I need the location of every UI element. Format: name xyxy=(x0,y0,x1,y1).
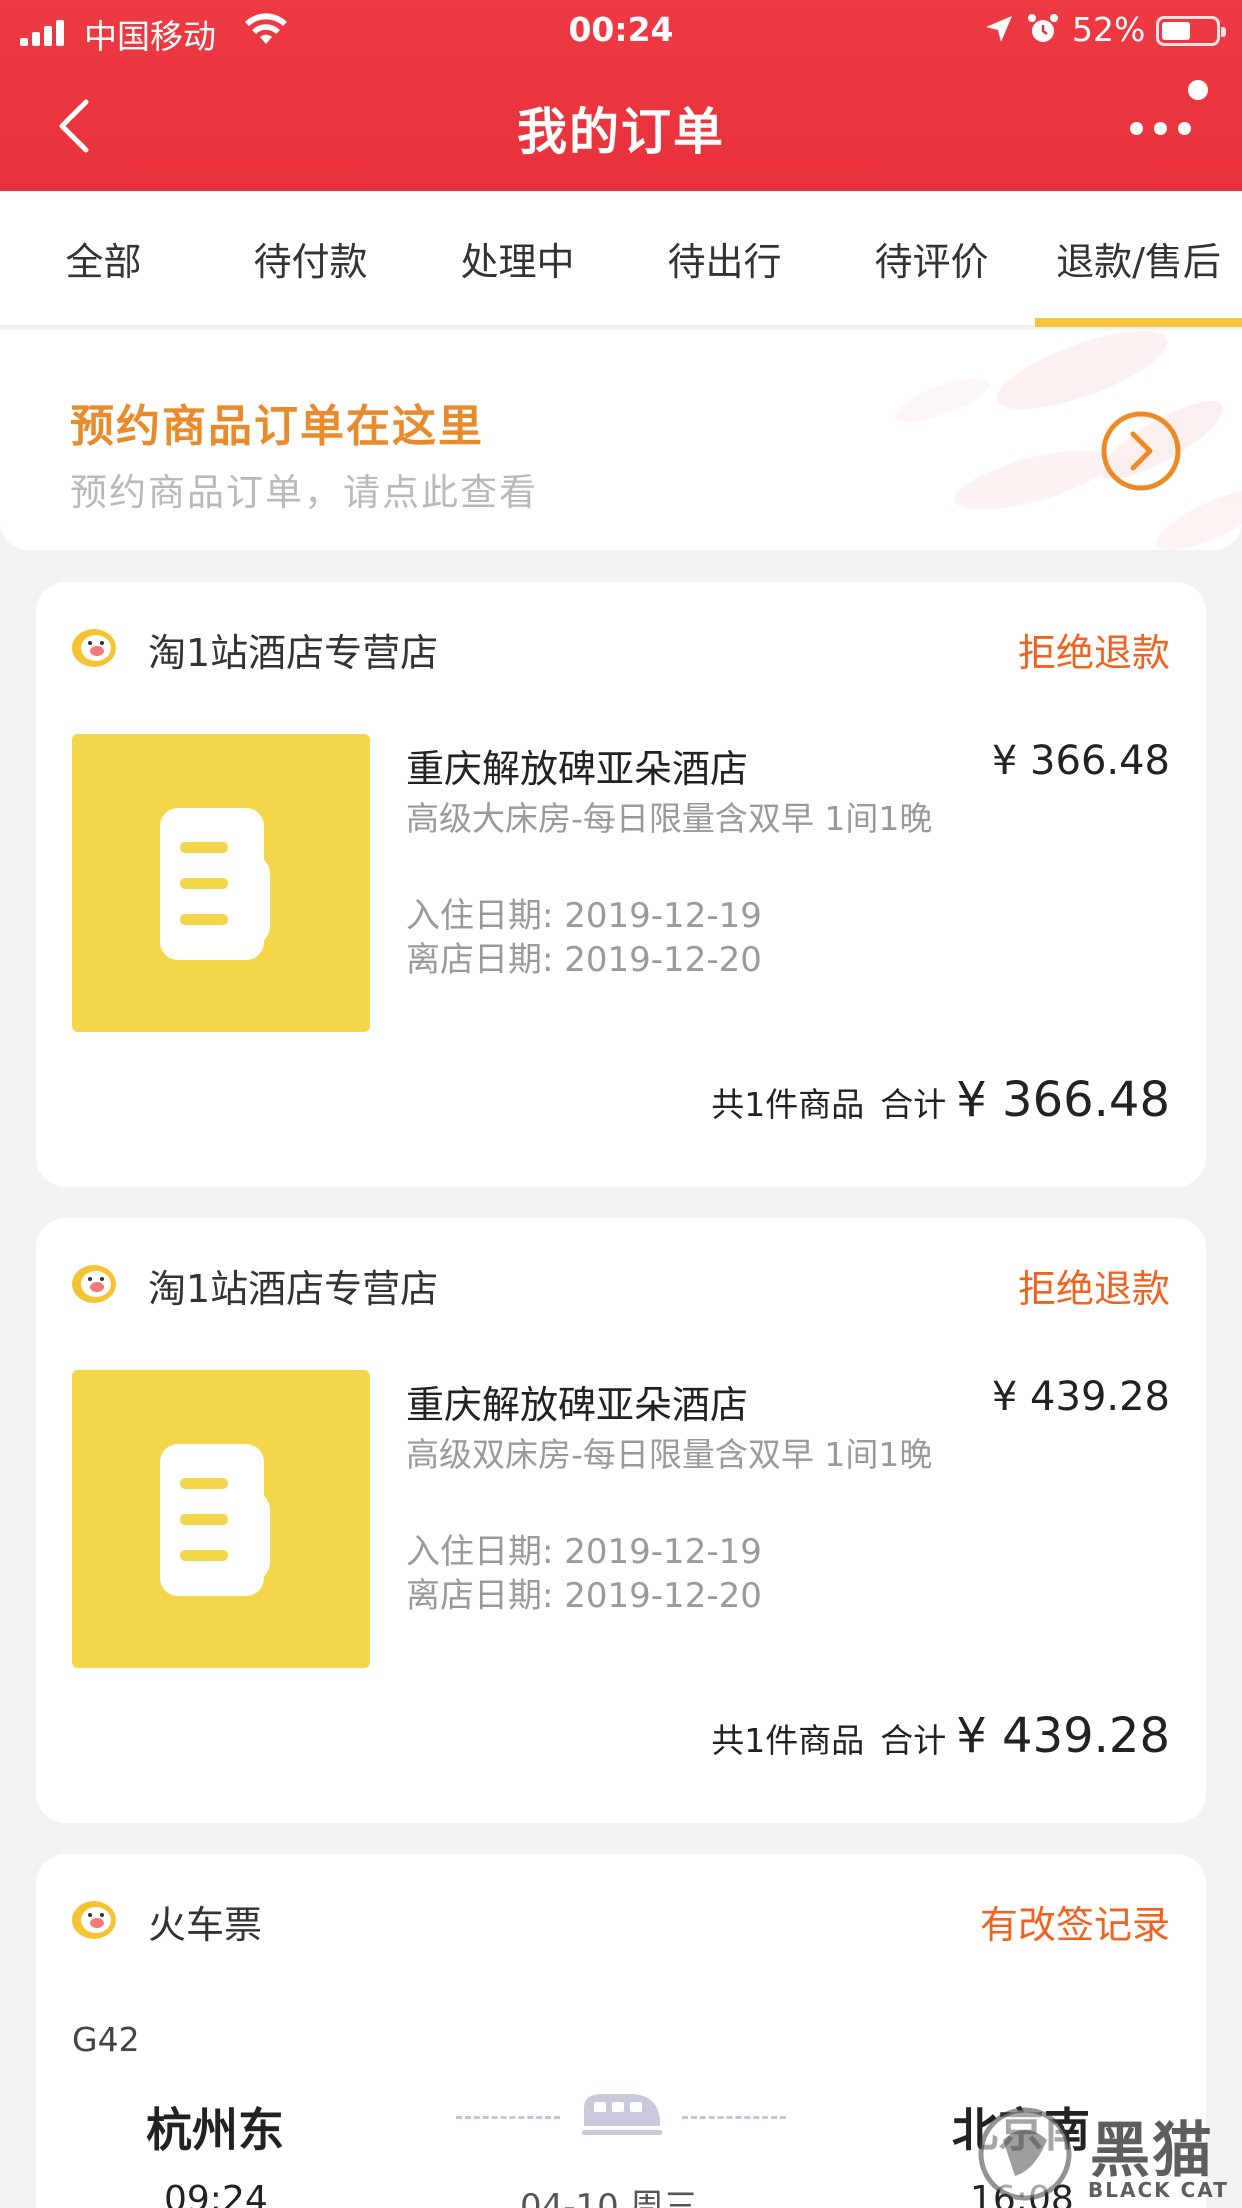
product-name: 重庆解放碑亚朵酒店 xyxy=(406,747,749,791)
notification-dot xyxy=(1188,80,1208,100)
tab-pending-travel[interactable]: 待出行 xyxy=(621,231,828,286)
battery-icon xyxy=(1156,16,1226,46)
status-bar: 中国移动 00:24 52% xyxy=(0,0,1242,62)
total-amount: ¥ 439.28 xyxy=(956,1708,1170,1764)
more-icon[interactable] xyxy=(1130,108,1194,148)
checkin-date: 入住日期: 2019-12-19 xyxy=(406,896,762,936)
route-line xyxy=(456,2116,560,2119)
train-icon xyxy=(582,2094,662,2135)
route-line xyxy=(682,2116,786,2119)
product-thumbnail[interactable] xyxy=(72,734,370,1032)
order-tabs: 全部 待付款 处理中 待出行 待评价 退款/售后 xyxy=(0,191,1242,327)
departure-station: 杭州东 xyxy=(146,2103,284,2157)
departure-time: 09:24 xyxy=(164,2179,268,2208)
fliggy-logo-icon xyxy=(72,629,116,667)
room-description: 高级双床房-每日限量含双早 1间1晚 xyxy=(406,1435,933,1474)
total-label: 合计 xyxy=(880,1085,947,1124)
checkout-date: 离店日期: 2019-12-20 xyxy=(406,940,762,980)
order-summary: 共1件商品 合计 ¥ 366.48 xyxy=(711,1072,1170,1128)
product-price: ¥ 439.28 xyxy=(991,1374,1170,1420)
order-status: 拒绝退款 xyxy=(1017,1267,1170,1311)
tab-pending-payment[interactable]: 待付款 xyxy=(207,231,414,286)
product-name: 重庆解放碑亚朵酒店 xyxy=(406,1383,749,1427)
watermark-subtext: BLACK CAT xyxy=(1088,2178,1229,2202)
tab-refund-aftersale[interactable]: 退款/售后 xyxy=(1035,231,1242,286)
watermark-text: 黑猫 xyxy=(1090,2116,1214,2186)
tab-pending-review[interactable]: 待评价 xyxy=(828,231,1035,286)
order-card[interactable]: 淘1站酒店专营店 拒绝退款 重庆解放碑亚朵酒店 ¥ 439.28 高级双床房-每… xyxy=(36,1218,1206,1823)
tab-processing[interactable]: 处理中 xyxy=(414,231,621,286)
order-card[interactable]: 淘1站酒店专营店 拒绝退款 重庆解放碑亚朵酒店 ¥ 366.48 高级大床房-每… xyxy=(36,582,1206,1187)
product-thumbnail[interactable] xyxy=(72,1370,370,1668)
location-icon xyxy=(986,16,1012,42)
shop-name[interactable]: 淘1站酒店专营店 xyxy=(148,622,438,677)
total-amount: ¥ 366.48 xyxy=(956,1072,1170,1128)
alarm-icon xyxy=(1028,14,1058,42)
document-icon xyxy=(160,808,270,960)
shop-name[interactable]: 火车票 xyxy=(148,1894,262,1949)
shop-name[interactable]: 淘1站酒店专营店 xyxy=(148,1258,438,1313)
total-label: 合计 xyxy=(880,1721,947,1760)
app-header: 中国移动 00:24 52% 我的订单 xyxy=(0,0,1242,191)
trip-date: 04-10 周三 xyxy=(520,2187,698,2208)
train-number: G42 xyxy=(72,2020,140,2059)
tab-all[interactable]: 全部 xyxy=(0,231,207,286)
order-status: 拒绝退款 xyxy=(1017,631,1170,675)
order-summary: 共1件商品 合计 ¥ 439.28 xyxy=(711,1708,1170,1764)
banner-subtitle: 预约商品订单，请点此查看 xyxy=(70,471,538,514)
item-count: 共1件商品 xyxy=(711,1085,865,1124)
active-tab-indicator xyxy=(1035,318,1242,327)
page-title: 我的订单 xyxy=(517,103,725,161)
order-status[interactable]: 有改签记录 xyxy=(980,1894,1170,1949)
fliggy-logo-icon xyxy=(72,1901,116,1939)
checkout-date: 离店日期: 2019-12-20 xyxy=(406,1576,762,1616)
fliggy-logo-icon xyxy=(72,1265,116,1303)
document-icon xyxy=(160,1444,270,1596)
product-price: ¥ 366.48 xyxy=(991,738,1170,784)
checkin-date: 入住日期: 2019-12-19 xyxy=(406,1532,762,1572)
item-count: 共1件商品 xyxy=(711,1721,865,1760)
banner-title: 预约商品订单在这里 xyxy=(70,401,484,452)
room-description: 高级大床房-每日限量含双早 1间1晚 xyxy=(406,799,933,838)
reservation-banner[interactable]: 预约商品订单在这里 预约商品订单，请点此查看 xyxy=(0,330,1242,550)
battery-percent: 52% xyxy=(1072,10,1146,49)
arrow-right-circle-icon[interactable] xyxy=(1100,410,1182,492)
